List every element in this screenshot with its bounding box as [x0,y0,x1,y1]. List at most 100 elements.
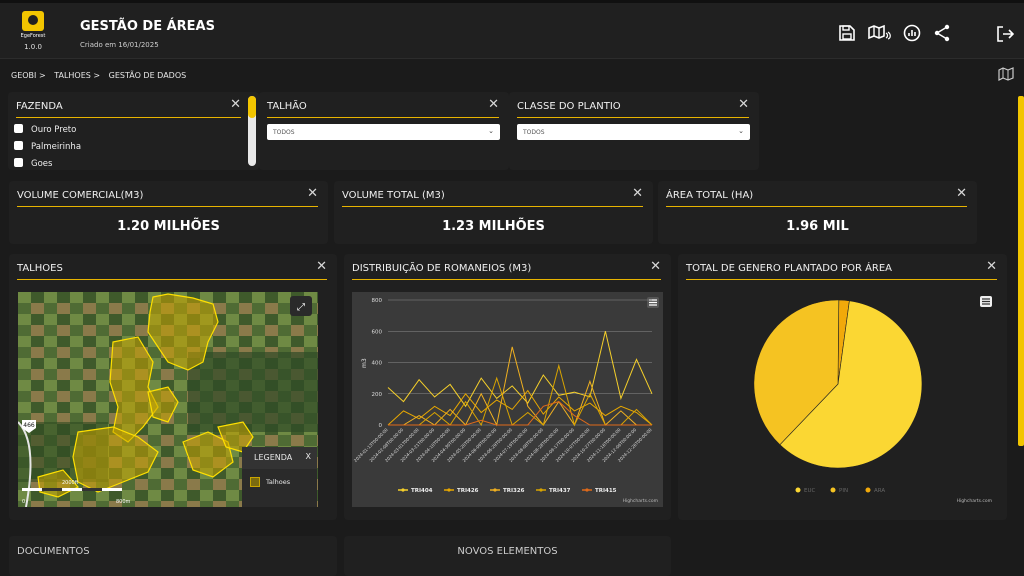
chart-credit: Highcharts.com [623,498,658,504]
talhao-filter-card: TALHÃO ✕ TODOS ⌄ [259,92,509,170]
documentos-card: DOCUMENTOS [9,536,337,576]
map-share-icon[interactable] [868,24,892,42]
legend-item-label: Talhoes [266,478,291,486]
close-icon[interactable]: ✕ [632,187,643,201]
romaneios-chart-card: DISTRIBUIÇÃO DE ROMANEIOS (M3) ✕ m3 0 200 4… [344,254,671,520]
road-number: 466 [23,422,35,429]
kpi-value: 1.96 MIL [786,219,849,234]
kpi-title-label: VOLUME COMERCIAL(M3) [17,190,144,201]
romaneios-line-chart[interactable]: m3 0200400600800 2024-01-13T00:00:002024… [352,292,663,507]
genero-pie-chart[interactable]: EUC PIN ARA Highcharts.com [686,292,999,507]
report-icon[interactable] [903,24,921,42]
save-icon[interactable] [838,24,856,42]
legend-item-euc[interactable]: EUC [804,488,816,494]
close-icon[interactable]: ✕ [316,260,327,274]
breadcrumb-gestao[interactable]: GESTÃO DE DADOS [109,71,187,80]
talhao-select-value: TODOS [273,129,295,136]
kpi-title: VOLUME COMERCIAL(M3) ✕ [17,187,318,207]
classe-select[interactable]: TODOS ⌄ [517,124,750,140]
kpi-title: VOLUME TOTAL (M3) ✕ [342,187,643,207]
kpi-card-area-total: ÁREA TOTAL (HA) ✕ 1.96 MIL [658,181,977,244]
scale-label-zero: 0 [22,499,25,505]
scale-label-meters: 800m [116,499,131,505]
chart-title-label: TOTAL DE GENERO PLANTADO POR ÁREA [686,263,893,274]
page-subtitle: Criado em 16/01/2025 [80,41,159,49]
documentos-title: DOCUMENTOS [17,546,90,557]
y-axis-label: m3 [361,358,368,368]
share-icon[interactable] [933,24,951,42]
genero-chart-card: TOTAL DE GENERO PLANTADO POR ÁREA ✕ EUC PI… [678,254,1007,520]
legend-marker-dot [585,488,589,492]
scrollbar-thumb[interactable] [248,96,256,118]
fazenda-option-palmeirinha[interactable]: Palmeirinha [14,141,81,152]
legend-item-tri415[interactable]: TRI415 [595,488,617,494]
chevron-down-icon: ⌄ [488,127,494,135]
checkbox[interactable] [14,124,23,133]
close-icon[interactable]: ✕ [986,260,997,274]
close-icon[interactable]: ✕ [488,98,499,112]
option-label: Ouro Preto [31,125,77,135]
fazenda-option-ouro-preto[interactable]: Ouro Preto [14,124,76,135]
fazenda-filter-title: FAZENDA ✕ [16,98,241,118]
y-tick-label: 400 [372,361,383,367]
checkbox[interactable] [14,141,23,150]
top-bar: EgeForest 1.0.0 GESTÃO DE ÁREAS Criado e… [0,0,1024,59]
talhoes-map-card: TALHOES ✕ 466 ⤢ 0 2000ft 800m LEGENDA X … [9,254,337,520]
y-tick-label: 800 [372,298,383,304]
chart-title: DISTRIBUIÇÃO DE ROMANEIOS (M3) ✕ [352,260,661,280]
chevron-down-icon: ⌄ [738,127,744,135]
legend-marker [830,487,836,493]
kpi-value: 1.20 MILHÕES [117,219,220,234]
checkbox[interactable] [14,158,23,167]
scale-label-feet: 2000ft [62,480,78,486]
close-icon[interactable]: ✕ [650,260,661,274]
app-logo: EgeForest 1.0.0 [18,11,48,55]
legend-item-tri426[interactable]: TRI426 [457,488,479,494]
breadcrumb-geobi[interactable]: GEOBI > [11,71,46,80]
close-icon[interactable]: ✕ [230,98,241,112]
option-label: Palmeirinha [31,142,82,152]
fazenda-scrollbar[interactable] [248,96,256,166]
chart-credit: Highcharts.com [957,498,992,504]
classe-filter-card: CLASSE DO PLANTIO ✕ TODOS ⌄ [509,92,759,170]
breadcrumb-talhoes[interactable]: TALHOES > [54,71,100,80]
kpi-value: 1.23 MILHÕES [442,219,545,234]
close-icon[interactable]: ✕ [307,187,318,201]
classe-filter-title: CLASSE DO PLANTIO ✕ [517,98,749,118]
legend-item-tri326[interactable]: TRI326 [503,488,525,494]
kpi-card-volume-comercial: VOLUME COMERCIAL(M3) ✕ 1.20 MILHÕES [9,181,328,244]
page-scrollbar[interactable] [1018,96,1024,446]
chart-title-label: DISTRIBUIÇÃO DE ROMANEIOS (M3) [352,263,532,274]
talhao-select[interactable]: TODOS ⌄ [267,124,500,140]
legend-marker-dot [447,488,451,492]
map-legend: LEGENDA X Talhoes [242,447,317,507]
page-title: GESTÃO DE ÁREAS [80,19,215,34]
classe-filter-label: CLASSE DO PLANTIO [517,101,621,112]
chart-background [352,292,663,507]
legend-item-tri437[interactable]: TRI437 [549,488,571,494]
logout-icon[interactable] [996,25,1014,43]
kpi-title: ÁREA TOTAL (HA) ✕ [666,187,967,207]
legend-item-ara[interactable]: ARA [874,488,885,494]
legend-marker [795,487,801,493]
logo-mark [22,11,44,31]
talhao-filter-label: TALHÃO [267,101,307,112]
novos-elementos-title: NOVOS ELEMENTOS [457,546,558,557]
fazenda-option-goes[interactable]: Goes [14,158,52,169]
legend-swatch [250,477,260,487]
legend-item-pin[interactable]: PIN [839,488,848,494]
y-tick-label: 0 [379,423,383,429]
legend-marker-dot [401,488,405,492]
classe-select-value: TODOS [523,129,545,136]
expand-icon: ⤢ [297,302,305,313]
talhao-filter-title: TALHÃO ✕ [267,98,499,118]
close-icon[interactable]: ✕ [738,98,749,112]
legend-marker [865,487,871,493]
legend-item-tri404[interactable]: TRI404 [411,488,433,494]
y-tick-label: 600 [372,329,383,335]
forest-area [188,352,318,432]
fazenda-filter-card: FAZENDA ✕ Ouro Preto Palmeirinha Goes [8,92,259,170]
legend-close-button[interactable]: X [306,452,311,461]
map-view-icon[interactable] [998,67,1014,81]
close-icon[interactable]: ✕ [956,187,967,201]
